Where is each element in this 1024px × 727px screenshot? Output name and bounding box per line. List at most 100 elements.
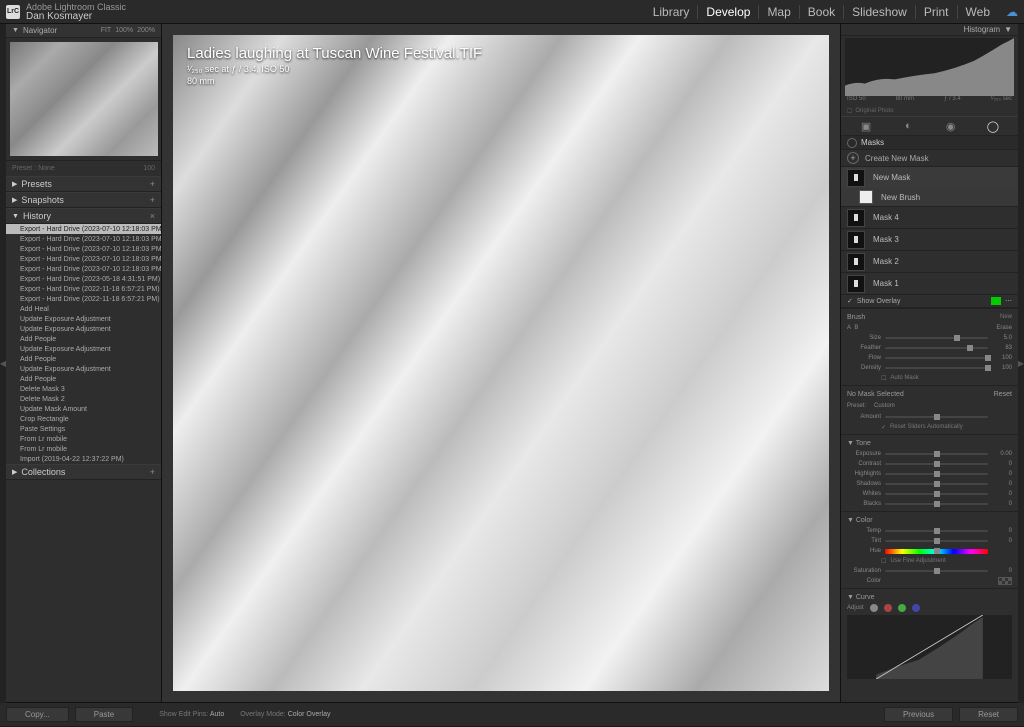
history-item[interactable]: Update Exposure Adjustment <box>6 364 161 374</box>
add-collection-icon[interactable]: + <box>150 467 155 477</box>
color-swatch[interactable] <box>998 577 1012 585</box>
history-item[interactable]: Export - Hard Drive (2023-07-10 12:18:03… <box>6 234 161 244</box>
color-swatch-row[interactable]: Color <box>841 576 1018 586</box>
mask-tool-icon[interactable]: ◯ <box>984 118 1002 134</box>
reset-auto-checkbox[interactable]: ✓Reset Sliders Automatically <box>841 422 1018 432</box>
history-item[interactable]: Export - Hard Drive (2022-11-18 6:57:21 … <box>6 284 161 294</box>
previous-button[interactable]: Previous <box>884 707 953 722</box>
amount-slider[interactable]: Amount <box>841 412 1018 422</box>
tint-slider[interactable]: Tint0 <box>841 536 1018 546</box>
history-item[interactable]: Add People <box>6 334 161 344</box>
checkbox-icon[interactable]: ✓ <box>847 297 853 305</box>
history-item[interactable]: Export - Hard Drive (2023-05-18 4:31:51 … <box>6 274 161 284</box>
history-item[interactable]: Update Exposure Adjustment <box>6 344 161 354</box>
history-item[interactable]: Import (2019-04-22 12:37:22 PM) <box>6 454 161 464</box>
history-item[interactable]: Update Exposure Adjustment <box>6 314 161 324</box>
cloud-sync-icon[interactable]: ☁ <box>1006 5 1018 19</box>
shadows-slider[interactable]: Shadows0 <box>841 479 1018 489</box>
reset-nomask[interactable]: Reset <box>994 391 1012 398</box>
overlay-color-swatch[interactable] <box>991 297 1001 305</box>
history-item[interactable]: Add People <box>6 374 161 384</box>
mask-row[interactable]: Mask 4 <box>841 206 1018 228</box>
curve-channel-green-icon[interactable] <box>898 604 906 612</box>
masks-header[interactable]: Masks <box>841 136 1018 150</box>
zoom-fit[interactable]: FIT <box>101 27 112 34</box>
brush-a[interactable]: A <box>847 325 851 331</box>
preview-image[interactable]: Ladies laughing at Tuscan Wine Festival.… <box>173 35 829 691</box>
curve-editor[interactable] <box>847 615 1012 679</box>
history-item[interactable]: Export - Hard Drive (2022-11-18 6:57:21 … <box>6 294 161 304</box>
history-item[interactable]: Export - Hard Drive (2023-07-10 12:18:03… <box>6 244 161 254</box>
zoom-100[interactable]: 100% <box>115 27 133 34</box>
module-book[interactable]: Book <box>800 5 844 19</box>
preview-area[interactable]: Ladies laughing at Tuscan Wine Festival.… <box>162 24 840 702</box>
module-print[interactable]: Print <box>916 5 958 19</box>
reset-button[interactable]: Reset <box>959 707 1018 722</box>
navigator-thumbnail[interactable] <box>10 42 158 156</box>
hue-slider[interactable]: Hue <box>841 546 1018 556</box>
mask-row[interactable]: Mask 3 <box>841 228 1018 250</box>
density-slider[interactable]: Density100 <box>841 363 1018 373</box>
whites-slider[interactable]: Whites0 <box>841 489 1018 499</box>
history-item[interactable]: From Lr mobile <box>6 434 161 444</box>
curve-channel-all-icon[interactable] <box>870 604 878 612</box>
mask-row[interactable]: New Mask <box>841 166 1018 188</box>
size-slider[interactable]: Size5.0 <box>841 333 1018 343</box>
feather-slider[interactable]: Feather83 <box>841 343 1018 353</box>
highlights-slider[interactable]: Highlights0 <box>841 469 1018 479</box>
exposure-slider[interactable]: Exposure0.00 <box>841 449 1018 459</box>
history-item[interactable]: Delete Mask 3 <box>6 384 161 394</box>
saturation-slider[interactable]: Saturation0 <box>841 566 1018 576</box>
history-item[interactable]: Add People <box>6 354 161 364</box>
add-preset-icon[interactable]: + <box>150 179 155 189</box>
history-item[interactable]: Update Exposure Adjustment <box>6 324 161 334</box>
zoom-200[interactable]: 200% <box>137 27 155 34</box>
heal-tool-icon[interactable]: ◐ <box>899 118 917 134</box>
preset-dropdown[interactable]: Custom <box>874 403 895 409</box>
snapshots-header[interactable]: ▶ Snapshots + <box>6 192 161 208</box>
pins-select[interactable]: Auto <box>210 711 224 718</box>
history-item[interactable]: Update Mask Amount <box>6 404 161 414</box>
crop-tool-icon[interactable]: ▣ <box>857 118 875 134</box>
history-item[interactable]: Delete Mask 2 <box>6 394 161 404</box>
collections-header[interactable]: ▶ Collections + <box>6 464 161 480</box>
redeye-tool-icon[interactable]: ◉ <box>942 118 960 134</box>
overlay-select[interactable]: Color Overlay <box>288 711 331 718</box>
original-photo-checkbox[interactable]: ☐Original Photo <box>841 106 1018 116</box>
curve-channel-red-icon[interactable] <box>884 604 892 612</box>
history-item[interactable]: From Lr mobile <box>6 444 161 454</box>
fine-adj-checkbox[interactable]: ☐Use Fine Adjustment <box>841 556 1018 566</box>
right-panel-toggle[interactable]: ▶ <box>1018 24 1024 703</box>
history-item[interactable]: Add Heal <box>6 304 161 314</box>
flow-slider[interactable]: Flow100 <box>841 353 1018 363</box>
module-web[interactable]: Web <box>958 5 998 19</box>
add-snapshot-icon[interactable]: + <box>150 195 155 205</box>
histogram-chart[interactable] <box>845 38 1014 96</box>
blacks-slider[interactable]: Blacks0 <box>841 499 1018 509</box>
mask-component-row[interactable]: New Brush <box>841 188 1018 206</box>
show-overlay-row[interactable]: ✓ Show Overlay ⋯ <box>841 294 1018 308</box>
history-item[interactable]: Crop Rectangle <box>6 414 161 424</box>
clear-history-icon[interactable]: × <box>150 211 155 221</box>
brush-erase[interactable]: Erase <box>996 325 1012 331</box>
contrast-slider[interactable]: Contrast0 <box>841 459 1018 469</box>
curve-channel-blue-icon[interactable] <box>912 604 920 612</box>
temp-slider[interactable]: Temp0 <box>841 526 1018 536</box>
history-item[interactable]: Export - Hard Drive (2023-07-10 12:18:03… <box>6 254 161 264</box>
history-header[interactable]: ▼ History × <box>6 208 161 224</box>
eye-icon[interactable] <box>847 138 857 148</box>
history-item[interactable]: Paste Settings <box>6 424 161 434</box>
history-item[interactable]: Export - Hard Drive (2023-07-10 12:18:03… <box>6 224 161 234</box>
brush-b[interactable]: B <box>854 325 858 331</box>
left-panel-toggle[interactable]: ◀ <box>0 24 6 703</box>
more-icon[interactable]: ⋯ <box>1005 297 1012 305</box>
automask-checkbox[interactable]: ☐Auto Mask <box>841 373 1018 383</box>
history-item[interactable]: Export - Hard Drive (2023-07-10 12:18:03… <box>6 264 161 274</box>
copy-button[interactable]: Copy... <box>6 707 69 722</box>
module-slideshow[interactable]: Slideshow <box>844 5 916 19</box>
module-library[interactable]: Library <box>645 5 699 19</box>
mask-row[interactable]: Mask 1 <box>841 272 1018 294</box>
paste-button[interactable]: Paste <box>75 707 133 722</box>
presets-header[interactable]: ▶ Presets + <box>6 176 161 192</box>
create-mask-button[interactable]: + Create New Mask <box>841 150 1018 166</box>
